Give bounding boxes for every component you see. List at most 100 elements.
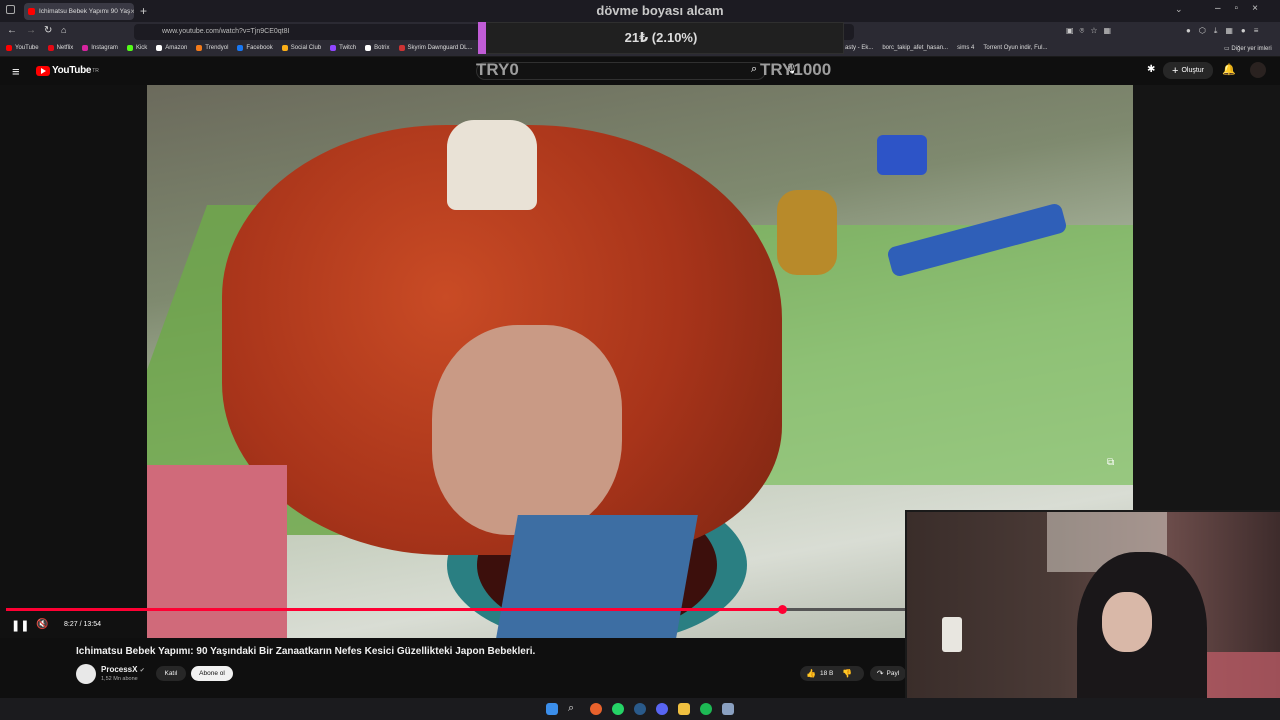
menu-icon[interactable]: ≡ [12,64,20,79]
other-bookmarks[interactable]: ▭ Diğer yer imleri [1224,45,1272,52]
bookmark-label: Trendyol [205,45,229,51]
webcam-cup [942,617,962,652]
window-controls[interactable]: –▫× [1215,3,1272,14]
bookmark-item[interactable]: Skyrim Dawnguard DL... [398,45,473,51]
channel-avatar[interactable] [76,664,96,684]
share-label: Payl [886,670,900,677]
bookmark-item[interactable]: Amazon [156,45,187,51]
video-right-letterbox [1133,85,1280,510]
streamer-face [1102,592,1152,652]
bookmark-label: Twitch [339,45,357,51]
create-label: Oluştur [1181,67,1204,74]
bookmark-item[interactable]: asty - Ek... [845,45,873,51]
pause-icon[interactable]: ❚❚ [11,619,29,632]
bookmark-item[interactable]: Twitch [330,45,356,51]
youtube-logo[interactable]: YouTube TR [36,65,99,76]
bookmark-favicon-icon [156,45,163,51]
hand [432,325,622,535]
address-bar-icons[interactable]: ▣⌾☆▦ [1066,26,1117,36]
dislike-icon[interactable]: 👎 [842,669,852,678]
bookmark-item[interactable]: Instagram [82,45,118,51]
goal-end-label: TRY1000 [760,60,832,79]
tab-list-icon[interactable] [6,5,15,14]
bookmarks-right: asty - Ek... borc_takip_afet_hasan... sims… [845,45,1056,51]
url-text: www.youtube.com/watch?v=Tjn9CE0qt8I [162,28,290,35]
settings-app-icon[interactable] [722,703,734,715]
file-explorer-icon[interactable] [678,703,690,715]
bookmark-favicon-icon [237,45,244,51]
pink-box [147,465,287,638]
bookmark-item[interactable]: Torrent Oyun indir, Ful... [983,45,1047,51]
youtube-favicon-icon [28,8,35,15]
share-icon: ↷ [876,669,884,678]
back-icon[interactable]: ← [7,25,17,36]
country-code: TR [92,67,99,74]
mute-icon[interactable]: 🔇 [36,619,48,630]
bookmark-favicon-icon [365,45,372,51]
bookmark-favicon-icon [196,45,203,51]
subscriber-count: 1,52 Mn abone [101,676,138,682]
bookmark-favicon-icon [126,45,133,51]
bookmark-label: Kick [135,45,148,51]
tab-overflow-icon[interactable]: ⌄ [1175,4,1183,15]
miniplayer-icon[interactable]: ⧉ [1107,457,1114,468]
search-icon[interactable]: ⌕ [751,63,757,76]
tab-title: Ichimatsu Bebek Yapımı 90 Yaş [39,8,131,15]
subscribe-button[interactable]: Abone ol [191,666,233,681]
other-bookmarks-label: Diğer yer imleri [1231,46,1272,52]
bookmark-item[interactable]: Social Club [281,45,322,51]
like-count[interactable]: 18 B [820,670,833,677]
avatar[interactable] [1250,62,1266,78]
bookmark-label: Amazon [165,45,188,51]
new-tab-icon[interactable]: + [140,4,147,18]
bookmark-item[interactable]: Botrix [365,45,390,51]
firefox-icon[interactable] [590,703,602,715]
channel-name[interactable]: ProcessX ✔ [101,665,145,674]
browser-tab-active[interactable]: Ichimatsu Bebek Yapımı 90 Yaş × [24,3,134,20]
steam-icon[interactable] [634,703,646,715]
spotify-icon[interactable] [700,703,712,715]
bookmark-favicon-icon [47,45,54,51]
video-title: Ichimatsu Bebek Yapımı: 90 Yaşındaki Bir… [76,646,536,657]
bookmark-item[interactable]: Netflix [47,45,74,51]
bookmark-item[interactable]: Trendyol [196,45,228,51]
bookmark-item[interactable]: borc_takip_afet_hasan... [882,45,948,51]
bookmark-favicon-icon [281,45,288,51]
channel-name-text: ProcessX [101,665,138,674]
bookmark-label: YouTube [15,45,39,51]
discord-icon[interactable] [656,703,668,715]
notifications-bell-icon[interactable]: 🔔 [1222,63,1236,76]
blue-jar [877,135,927,175]
forward-icon[interactable]: → [26,25,36,36]
settings-gear-icon[interactable]: ✱ [1147,64,1155,75]
tab-close-icon[interactable]: × [130,7,134,16]
start-icon[interactable] [546,703,558,715]
spool [777,190,837,275]
like-icon[interactable]: 👍 [806,669,816,678]
share-button[interactable]: ↷ Payl [870,666,906,681]
whatsapp-icon[interactable] [612,703,624,715]
youtube-logo-text: YouTube [52,65,92,76]
join-button[interactable]: Katıl [156,666,186,681]
stream-overlay-title: dövme boyası alcam [596,3,724,18]
bookmark-item[interactable]: Kick [126,45,148,51]
video-scrubber-knob[interactable] [778,605,787,614]
toolbar-extension-icons[interactable]: ●⬡⤓▦●≡ [1186,26,1266,36]
search-input[interactable] [476,62,766,80]
like-dislike-group: 👍 18 B 👎 [800,666,864,681]
reload-icon[interactable]: ↻ [44,25,52,36]
verified-icon: ✔ [139,668,145,674]
bookmark-label: Netflix [56,45,74,51]
bookmark-item[interactable]: Facebook [237,45,273,51]
bookmark-favicon-icon [6,45,12,51]
video-progress-fill [6,608,782,611]
bookmark-item[interactable]: YouTube [6,45,39,51]
bookmark-label: Social Club [290,45,322,51]
home-icon[interactable]: ⌂ [61,25,66,35]
bookmark-item[interactable]: sims 4 [957,45,974,51]
bookmark-favicon-icon [82,45,89,51]
bookmark-label: Botrix [374,45,390,51]
create-button[interactable]: + Oluştur [1163,62,1213,79]
taskbar-search-icon[interactable]: ⌕ [568,702,574,715]
donation-amount: 21₺ (2.10%) [624,30,698,45]
